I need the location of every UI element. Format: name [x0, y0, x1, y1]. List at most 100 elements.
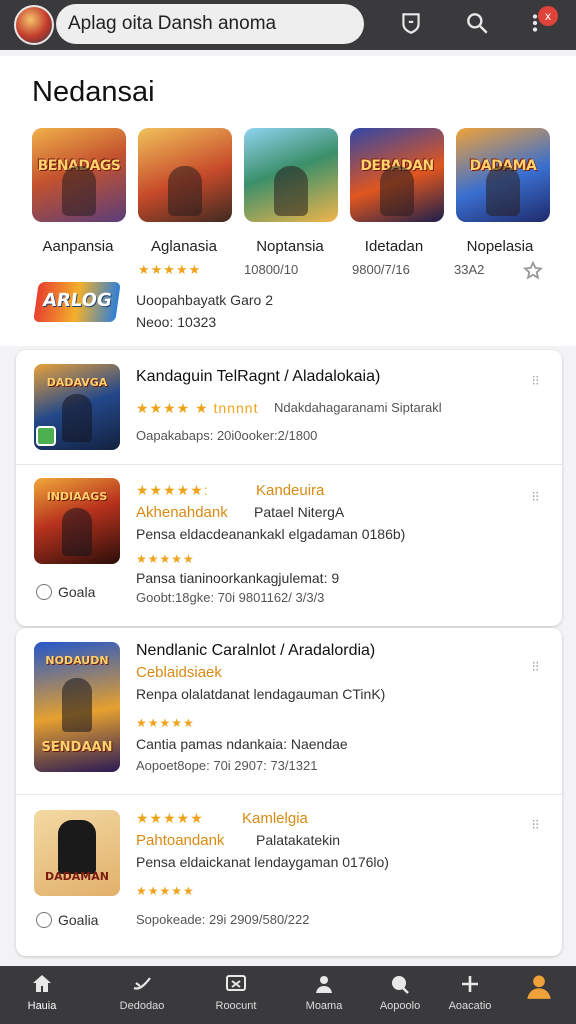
app-title[interactable]: Nendlanic Caralnlot / Aradalordia) — [136, 642, 375, 660]
tile-name: Aglanasia — [151, 238, 217, 255]
app-thumbnail[interactable]: DADAMAN — [34, 810, 120, 896]
character-art-icon — [62, 678, 92, 732]
character-art-icon — [62, 508, 92, 556]
rating-stars: ★★★★★ — [136, 552, 195, 566]
promo-logo[interactable]: ARLOG — [33, 282, 121, 322]
tile-name: Idetadan — [364, 238, 424, 255]
nav-label: Dedodao — [119, 1000, 165, 1012]
plus-icon — [457, 972, 483, 996]
shield-icon[interactable] — [396, 10, 426, 40]
developer-name: Akhenahdank — [136, 504, 228, 521]
user-avatar[interactable] — [14, 5, 54, 45]
promo-logo-text: ARLOG — [41, 290, 114, 311]
nav-home[interactable]: Hauia — [2, 972, 82, 1012]
nav-tab[interactable]: Aopoolo — [360, 972, 440, 1012]
app-meta: Aopoet8ope: 70i 2907: 73/1321 — [136, 758, 318, 773]
nav-tab[interactable]: Moama — [284, 972, 364, 1012]
tile-name: Noptansia — [256, 238, 324, 255]
tile-name: Aanpansia — [42, 238, 114, 255]
nav-label: Aopoolo — [379, 1000, 421, 1012]
chip-label: Goalia — [58, 912, 99, 928]
developer-name: Pahtoandank — [136, 832, 225, 849]
character-art-icon — [62, 394, 92, 442]
app-thumbnail[interactable]: NODAUDN SENDAAN — [34, 642, 120, 772]
bookmark-icon[interactable] — [522, 260, 544, 282]
featured-app-tile[interactable]: DADAMA — [456, 128, 550, 222]
nav-label: Aoacatio — [448, 1000, 492, 1012]
featured-section: Nedansai BENADAGS DEBADAN DADAMA Aanpans… — [0, 56, 576, 346]
featured-app-tile[interactable] — [244, 128, 338, 222]
character-art-icon — [274, 166, 308, 216]
person-icon — [311, 972, 337, 996]
featured-app-tile[interactable] — [138, 128, 232, 222]
nav-label: Moama — [305, 1000, 343, 1012]
rating-stars: ★★★★ ★ tnnnnt — [136, 400, 259, 416]
overflow-menu-icon[interactable]: ⁝⁝ — [524, 488, 546, 504]
app-thumbnail[interactable]: INDIAAGS — [34, 478, 120, 564]
top-app-bar: Aplag oita Dansh anoma x — [0, 0, 576, 50]
search-icon[interactable] — [462, 10, 492, 40]
nav-tab[interactable]: Dedodao — [102, 972, 182, 1012]
app-title[interactable]: Kandeuira — [256, 482, 324, 499]
app-meta: Oapakabaps: 20i0ooker:2/1800 — [136, 428, 318, 443]
rating-stars: ★★★★★ — [136, 810, 204, 826]
app-thumbnail[interactable]: DADAVGA — [34, 364, 120, 450]
rating-stars: ★★★★★: — [136, 482, 209, 498]
swoosh-icon — [129, 972, 155, 996]
featured-app-tile[interactable]: BENADAGS — [32, 128, 126, 222]
developer-name: Ceblaidsiaek — [136, 664, 222, 681]
app-detail: Cantia pamas ndankaia: Naendae — [136, 736, 348, 752]
app-subtitle: Ndakdahagaranami Siptarakl — [274, 400, 442, 415]
app-category: Patael NitergA — [254, 504, 345, 520]
promo-text: Uoopahbayatk Garo 2 — [136, 292, 273, 308]
section-title: Nedansai — [32, 76, 155, 108]
character-art-icon — [486, 166, 520, 216]
rating-stars: ★★★★★ — [136, 716, 195, 730]
featured-app-tile[interactable]: DEBADAN — [350, 128, 444, 222]
app-description: Renpa olalatdanat lendagauman CTinK) — [136, 686, 386, 702]
tile-meta: 33A2 — [454, 262, 485, 277]
app-title[interactable]: Kandaguin TelRagnt / Aladalokaia) — [136, 368, 380, 386]
divider — [16, 464, 562, 465]
tile-name: Nopelasia — [466, 238, 534, 255]
overflow-menu-icon[interactable]: ⁝⁝ — [524, 816, 546, 832]
app-meta: Sopokeade: 29i 2909/580/222 — [136, 912, 310, 927]
character-art-icon — [62, 166, 96, 216]
character-art-icon — [58, 820, 96, 874]
rating-stars: ★★★★★ — [136, 884, 195, 898]
nav-label: Hauia — [27, 1000, 57, 1012]
character-art-icon — [168, 166, 202, 216]
character-art-icon — [380, 166, 414, 216]
app-title[interactable]: Kamlelgia — [242, 810, 308, 827]
category-chip[interactable]: Goalia — [36, 912, 98, 928]
category-chip[interactable]: Goala — [36, 584, 95, 600]
bottom-navigation: Hauia Dedodao Roocunt Moama Aopoolo Aoac… — [0, 966, 576, 1024]
promo-subtext: Neoo: 10323 — [136, 314, 217, 330]
overflow-menu-icon[interactable]: ⁝⁝ — [524, 372, 546, 388]
nav-tab[interactable]: Roocunt — [196, 972, 276, 1012]
games-icon — [223, 972, 249, 996]
notification-badge: x — [538, 6, 558, 26]
home-icon — [29, 972, 55, 996]
profile-avatar-icon — [525, 972, 551, 999]
divider — [16, 794, 562, 795]
tile-meta: 9800/7/16 — [352, 262, 410, 277]
app-meta: Goobt:18gke: 70i 9801162/ 3/3/3 — [136, 590, 325, 605]
chip-label: Goala — [58, 584, 96, 600]
thumb-art-label: NODAUDN — [45, 654, 109, 667]
app-description: Pensa eldacdeanankakl elgadaman 0186b) — [136, 526, 406, 542]
app-category: Palatakatekin — [256, 832, 341, 848]
nav-label: Roocunt — [215, 1000, 257, 1012]
app-description: Pensa eldaickanat lendaygaman 0176lo) — [136, 854, 389, 870]
overflow-menu-icon[interactable]: ⁝⁝ — [524, 658, 546, 674]
thumb-art-label: SENDAAN — [41, 740, 113, 755]
thumb-art-label: DADAVGA — [46, 376, 108, 389]
search-field[interactable]: Aplag oita Dansh anoma — [56, 4, 364, 44]
nav-profile[interactable] — [498, 972, 576, 999]
app-list-card: NODAUDN SENDAAN Nendlanic Caralnlot / Ar… — [16, 628, 562, 956]
clock-icon — [36, 912, 52, 928]
search-nav-icon — [387, 972, 413, 996]
thumb-art-label: DADAMAN — [45, 870, 109, 883]
thumb-art-label: INDIAAGS — [46, 490, 108, 503]
tile-meta: 10800/10 — [244, 262, 299, 277]
